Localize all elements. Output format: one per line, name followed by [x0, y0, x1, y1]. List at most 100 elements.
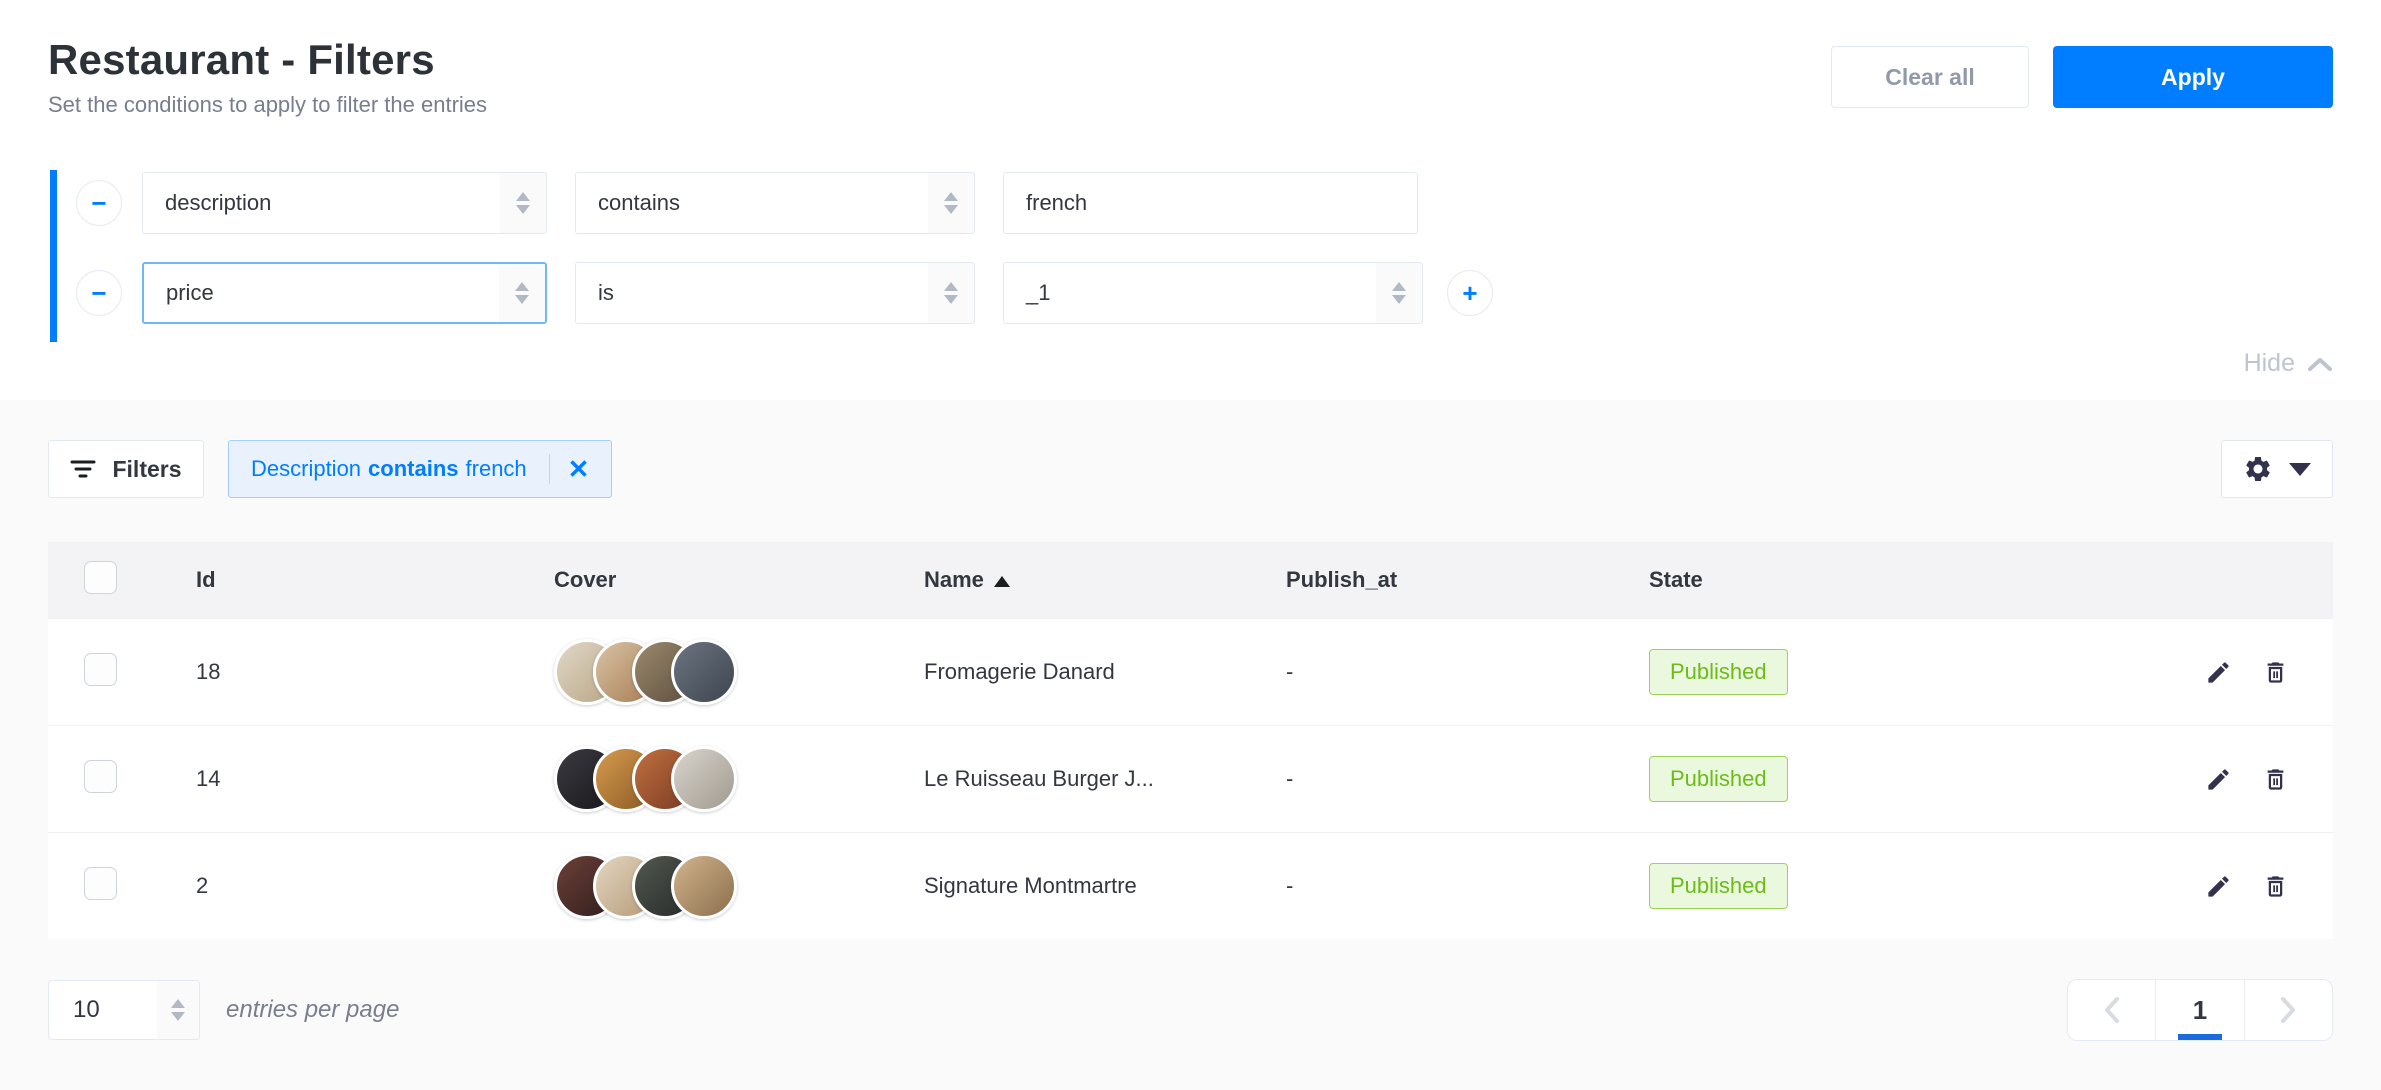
cell-id: 2: [196, 873, 554, 899]
row-checkbox[interactable]: [84, 760, 117, 793]
minus-icon: −: [91, 280, 106, 306]
number-stepper-icon: [1376, 263, 1422, 323]
delete-button[interactable]: [2262, 766, 2289, 793]
plus-icon: +: [1462, 280, 1477, 306]
edit-button[interactable]: [2205, 766, 2232, 793]
pencil-icon: [2205, 659, 2232, 686]
cell-publish-at: -: [1286, 659, 1649, 685]
filter-operator-value: is: [576, 280, 928, 306]
filter-number-value: _1: [1004, 280, 1376, 306]
cover-image: [671, 639, 737, 705]
filter-row-2: − price is _1 +: [76, 262, 2333, 324]
table-row[interactable]: 2 Signature Montmartre - Published: [48, 832, 2333, 939]
entries-per-page-value: 10: [49, 996, 157, 1024]
filter-operator-select[interactable]: contains: [575, 172, 975, 234]
page-number-button[interactable]: 1: [2155, 980, 2243, 1040]
tag-value: french: [466, 456, 527, 482]
filter-icon: [70, 458, 96, 480]
column-header-cover[interactable]: Cover: [554, 567, 924, 593]
previous-page-button[interactable]: [2068, 980, 2155, 1040]
tag-operator: contains: [368, 456, 458, 482]
remove-filter-button[interactable]: −: [76, 270, 122, 316]
cell-id: 18: [196, 659, 554, 685]
select-stepper-icon: [157, 981, 199, 1039]
select-stepper-icon: [928, 173, 974, 233]
active-page-indicator: [2178, 1034, 2222, 1040]
hide-filters-link[interactable]: Hide: [2244, 349, 2333, 378]
entries-per-page-select[interactable]: 10: [48, 980, 200, 1040]
filter-field-select-focused[interactable]: price: [142, 262, 547, 324]
cell-publish-at: -: [1286, 766, 1649, 792]
current-page-number: 1: [2193, 995, 2207, 1026]
pagination: 1: [2067, 979, 2333, 1041]
chevron-left-icon: [2103, 996, 2121, 1024]
edit-button[interactable]: [2205, 659, 2232, 686]
cell-name: Fromagerie Danard: [924, 659, 1286, 685]
filter-field-value: description: [143, 190, 500, 216]
column-header-publish-at[interactable]: Publish_at: [1286, 567, 1649, 593]
apply-button[interactable]: Apply: [2053, 46, 2333, 108]
remove-filter-button[interactable]: −: [76, 180, 122, 226]
cover-images: [554, 853, 924, 919]
row-checkbox[interactable]: [84, 867, 117, 900]
delete-button[interactable]: [2262, 873, 2289, 900]
status-badge: Published: [1649, 649, 1788, 695]
filter-value-number-input[interactable]: _1: [1003, 262, 1423, 324]
cell-publish-at: -: [1286, 873, 1649, 899]
table-settings-button[interactable]: [2221, 440, 2333, 498]
entries-per-page-label: entries per page: [226, 996, 399, 1024]
table-header-row: Id Cover Name Publish_at State: [48, 542, 2333, 618]
status-badge: Published: [1649, 863, 1788, 909]
select-stepper-icon: [499, 264, 545, 322]
column-header-id[interactable]: Id: [196, 567, 554, 593]
cell-name: Le Ruisseau Burger J...: [924, 766, 1286, 792]
minus-icon: −: [91, 190, 106, 216]
column-header-name[interactable]: Name: [924, 567, 1286, 593]
entries-table: Id Cover Name Publish_at State 18 Fromag…: [48, 542, 2333, 939]
next-page-button[interactable]: [2244, 980, 2332, 1040]
chevron-right-icon: [2279, 996, 2297, 1024]
filters-button-label: Filters: [112, 456, 181, 483]
gear-icon: [2243, 454, 2273, 484]
trash-icon: [2262, 659, 2289, 686]
filter-operator-select[interactable]: is: [575, 262, 975, 324]
filter-value-input[interactable]: [1003, 172, 1418, 234]
chevron-down-icon: [2289, 463, 2311, 476]
cover-images: [554, 746, 924, 812]
cell-id: 14: [196, 766, 554, 792]
pencil-icon: [2205, 766, 2232, 793]
table-footer: 10 entries per page 1: [48, 979, 2333, 1041]
hide-label: Hide: [2244, 349, 2295, 378]
filters-header-section: Restaurant - Filters Set the conditions …: [0, 0, 2381, 400]
cover-images: [554, 639, 924, 705]
table-row[interactable]: 14 Le Ruisseau Burger J... - Published: [48, 725, 2333, 832]
select-all-checkbox[interactable]: [84, 561, 117, 594]
chevron-up-icon: [2307, 356, 2333, 372]
filter-panel-accent-bar: [50, 170, 57, 342]
edit-button[interactable]: [2205, 873, 2232, 900]
filter-row-1: − description contains: [76, 172, 2333, 234]
remove-tag-close-icon[interactable]: ✕: [568, 456, 590, 482]
table-row[interactable]: 18 Fromagerie Danard - Published: [48, 618, 2333, 725]
filters-button[interactable]: Filters: [48, 440, 204, 498]
active-filter-tag: Description contains french ✕: [228, 440, 612, 498]
pencil-icon: [2205, 873, 2232, 900]
column-header-name-label: Name: [924, 567, 984, 592]
row-checkbox[interactable]: [84, 653, 117, 686]
trash-icon: [2262, 873, 2289, 900]
select-stepper-icon: [928, 263, 974, 323]
clear-all-button[interactable]: Clear all: [1831, 46, 2029, 108]
cover-image: [671, 853, 737, 919]
sort-ascending-icon: [994, 576, 1010, 587]
header-actions: Clear all Apply: [1831, 46, 2333, 108]
filter-operator-value: contains: [576, 190, 928, 216]
add-filter-button[interactable]: +: [1447, 270, 1493, 316]
delete-button[interactable]: [2262, 659, 2289, 686]
cell-name: Signature Montmartre: [924, 873, 1286, 899]
tag-field: Description: [251, 456, 361, 482]
trash-icon: [2262, 766, 2289, 793]
filter-field-select[interactable]: description: [142, 172, 547, 234]
filter-conditions-panel: − description contains − price is: [50, 172, 2333, 324]
column-header-state[interactable]: State: [1649, 567, 2201, 593]
list-toolbar: Filters Description contains french ✕: [48, 440, 2333, 498]
